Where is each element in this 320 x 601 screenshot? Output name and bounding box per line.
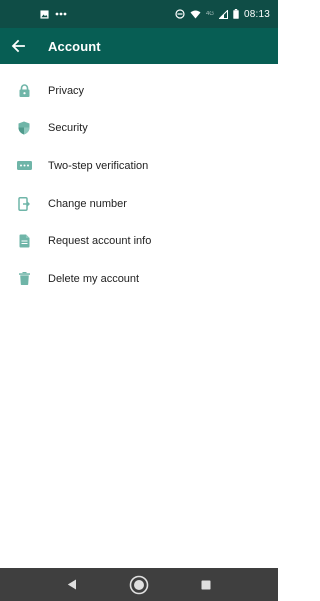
nav-back-button[interactable] [57, 570, 87, 600]
home-circle-icon [129, 575, 149, 594]
menu-item-two-step-verification[interactable]: Two-step verification [0, 147, 278, 185]
lock-icon [0, 84, 48, 98]
recents-square-icon [201, 580, 211, 589]
wifi-icon [190, 10, 201, 19]
more-notifications-icon [55, 12, 67, 16]
back-triangle-icon [67, 579, 76, 590]
phone-swap-icon [0, 196, 48, 211]
status-right: 4G 08:13 [175, 9, 270, 20]
menu-item-label: Two-step verification [48, 159, 149, 172]
menu-item-security[interactable]: Security [0, 110, 278, 148]
gallery-notification-icon [40, 9, 49, 19]
nav-recents-button[interactable] [191, 570, 221, 600]
network-type-label: 4G [205, 11, 214, 17]
menu-item-label: Delete my account [48, 272, 140, 285]
arrow-left-icon [11, 39, 25, 53]
menu-item-label: Request account info [48, 235, 152, 248]
menu-item-label: Privacy [48, 84, 85, 97]
menu-item-label: Security [48, 122, 88, 135]
menu-item-privacy[interactable]: Privacy [0, 72, 278, 110]
status-bar: 4G 08:13 [0, 0, 278, 28]
app-bar: Account [0, 28, 278, 64]
trash-icon [0, 272, 48, 286]
battery-icon [233, 9, 239, 19]
account-menu-list: Privacy Security Two-step verification C… [0, 72, 278, 298]
do-not-disturb-icon [175, 9, 185, 19]
back-button[interactable] [0, 28, 36, 64]
page-title: Account [48, 38, 101, 54]
system-navigation-bar [0, 568, 278, 601]
menu-item-label: Change number [48, 197, 127, 210]
cell-signal-icon [218, 9, 228, 19]
dots-pin-icon [0, 161, 48, 171]
clock: 08:13 [243, 8, 270, 20]
nav-home-button[interactable] [124, 570, 154, 600]
document-icon [0, 234, 48, 248]
menu-item-request-account-info[interactable]: Request account info [0, 222, 278, 260]
shield-icon [0, 121, 48, 135]
status-left [40, 9, 67, 19]
menu-item-delete-my-account[interactable]: Delete my account [0, 260, 278, 298]
menu-item-change-number[interactable]: Change number [0, 185, 278, 223]
